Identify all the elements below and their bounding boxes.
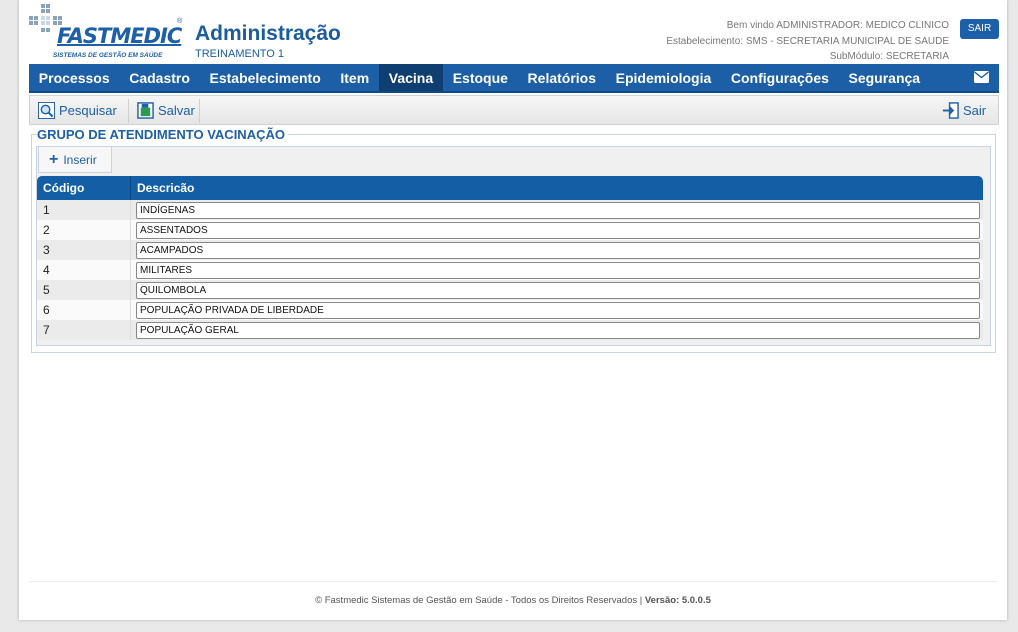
code-cell: 6 xyxy=(37,300,131,320)
menu-item-configuracoes[interactable]: Configurações xyxy=(721,64,839,91)
user-info: Bem vindo ADMINISTRADOR: MEDICO CLINICO … xyxy=(666,18,949,65)
menu-item-epidemiologia[interactable]: Epidemiologia xyxy=(606,64,721,91)
header: FASTMEDIC ® SISTEMAS DE GESTÃO EM SAÚDE … xyxy=(19,0,1007,64)
establishment-text: Estabelecimento: SMS - SECRETARIA MUNICI… xyxy=(666,35,949,47)
menu-item-estabelecimento[interactable]: Estabelecimento xyxy=(200,64,331,91)
table-row[interactable]: 6 POPULAÇÃO PRIVADA DE LIBERDADE xyxy=(37,300,983,320)
footer: © Fastmedic Sistemas de Gestão em Saúde … xyxy=(19,595,1007,606)
main-menu: Processos Cadastro Estabelecimento Item Vaci… xyxy=(29,64,999,93)
description-cell: ASSENTADOS xyxy=(131,220,983,240)
footer-version: Versão: 5.0.0.5 xyxy=(644,595,711,606)
page: FASTMEDIC ® SISTEMAS DE GESTÃO EM SAÚDE … xyxy=(19,0,1007,620)
table-row[interactable]: 2 ASSENTADOS xyxy=(37,220,983,240)
footer-copyright: © Fastmedic Sistemas de Gestão em Saúde … xyxy=(315,595,645,606)
logout-button[interactable]: SAIR xyxy=(960,19,999,39)
menu-item-item[interactable]: Item xyxy=(331,64,379,91)
description-cell: INDÍGENAS xyxy=(131,200,983,220)
table-row[interactable]: 4 MILITARES xyxy=(37,260,983,280)
plus-icon: + xyxy=(49,150,59,168)
vaccination-group-table: Código Descricão 1 INDÍGENAS 2 ASSENTADOS 3 A… xyxy=(37,176,983,340)
code-cell: 3 xyxy=(37,240,131,260)
save-icon xyxy=(137,102,154,119)
code-cell: 5 xyxy=(37,280,131,300)
insert-button-label: Inserir xyxy=(63,152,97,167)
fastmedic-logo: FASTMEDIC ® SISTEMAS DE GESTÃO EM SAÚDE xyxy=(29,4,182,62)
description-field[interactable]: INDÍGENAS xyxy=(136,202,980,219)
envelope-icon[interactable] xyxy=(974,71,989,83)
description-field[interactable]: QUILOMBOLA xyxy=(136,282,980,299)
menu-item-estoque[interactable]: Estoque xyxy=(443,64,518,91)
description-field[interactable]: POPULAÇÃO GERAL xyxy=(136,322,980,339)
table-row[interactable]: 5 QUILOMBOLA xyxy=(37,280,983,300)
toolbar: Pesquisar Salvar Sair xyxy=(29,95,999,125)
menu-item-cadastro[interactable]: Cadastro xyxy=(119,64,199,91)
code-cell: 4 xyxy=(37,260,131,280)
search-button-label: Pesquisar xyxy=(59,103,117,118)
toolbar-divider xyxy=(128,99,129,123)
column-header-code[interactable]: Código xyxy=(37,176,131,200)
description-cell: MILITARES xyxy=(131,260,983,280)
code-cell: 2 xyxy=(37,220,131,240)
description-cell: QUILOMBOLA xyxy=(131,280,983,300)
description-field[interactable]: ACAMPADOS xyxy=(136,242,980,259)
code-cell: 1 xyxy=(37,200,131,220)
logo-subtitle: SISTEMAS DE GESTÃO EM SAÚDE xyxy=(53,52,163,59)
logo-text: FASTMEDIC xyxy=(57,24,182,48)
table-row[interactable]: 7 POPULAÇÃO GERAL xyxy=(37,320,983,340)
environment-label: TREINAMENTO 1 xyxy=(195,48,285,60)
exit-icon xyxy=(942,102,959,119)
menu-item-vacina[interactable]: Vacina xyxy=(378,64,443,91)
code-cell: 7 xyxy=(37,320,131,340)
column-header-description[interactable]: Descricão xyxy=(131,181,194,195)
welcome-text: Bem vindo ADMINISTRADOR: MEDICO CLINICO xyxy=(726,20,949,31)
footer-divider xyxy=(29,581,997,582)
grid-container: + Inserir Código Descricão 1 INDÍGENAS 2 AS… xyxy=(36,146,991,346)
toolbar-divider xyxy=(199,99,200,123)
menu-item-processos[interactable]: Processos xyxy=(29,64,119,91)
description-cell: ACAMPADOS xyxy=(131,240,983,260)
menu-list: Processos Cadastro Estabelecimento Item Vaci… xyxy=(29,64,999,91)
page-title: Administração xyxy=(195,22,341,45)
exit-button-label: Sair xyxy=(963,103,987,118)
table-row[interactable]: 1 INDÍGENAS xyxy=(37,200,983,220)
description-cell: POPULAÇÃO PRIVADA DE LIBERDADE xyxy=(131,300,983,320)
insert-button[interactable]: + Inserir xyxy=(38,147,112,173)
search-icon xyxy=(38,102,55,119)
description-cell: POPULAÇÃO GERAL xyxy=(131,320,983,340)
submodule-text: SubMódulo: SECRETARIA xyxy=(829,51,949,62)
save-button-label: Salvar xyxy=(158,103,195,118)
table-body: 1 INDÍGENAS 2 ASSENTADOS 3 ACAMPADOS 4 MILITARE… xyxy=(37,200,983,340)
menu-item-seguranca[interactable]: Segurança xyxy=(839,64,930,91)
description-field[interactable]: MILITARES xyxy=(136,262,980,279)
description-field[interactable]: ASSENTADOS xyxy=(136,222,980,239)
table-header: Código Descricão xyxy=(37,176,983,200)
description-field[interactable]: POPULAÇÃO PRIVADA DE LIBERDADE xyxy=(136,302,980,319)
search-button[interactable]: Pesquisar xyxy=(38,98,117,123)
menu-item-relatorios[interactable]: Relatórios xyxy=(518,64,606,91)
exit-button[interactable]: Sair xyxy=(942,98,986,123)
logo-registered-mark: ® xyxy=(177,18,183,25)
table-row[interactable]: 3 ACAMPADOS xyxy=(37,240,983,260)
vaccination-group-panel: + Inserir Código Descricão 1 INDÍGENAS 2 AS… xyxy=(31,134,996,353)
section-title: GRUPO DE ATENDIMENTO VACINAÇÃO xyxy=(37,127,288,142)
save-button[interactable]: Salvar xyxy=(137,98,195,123)
